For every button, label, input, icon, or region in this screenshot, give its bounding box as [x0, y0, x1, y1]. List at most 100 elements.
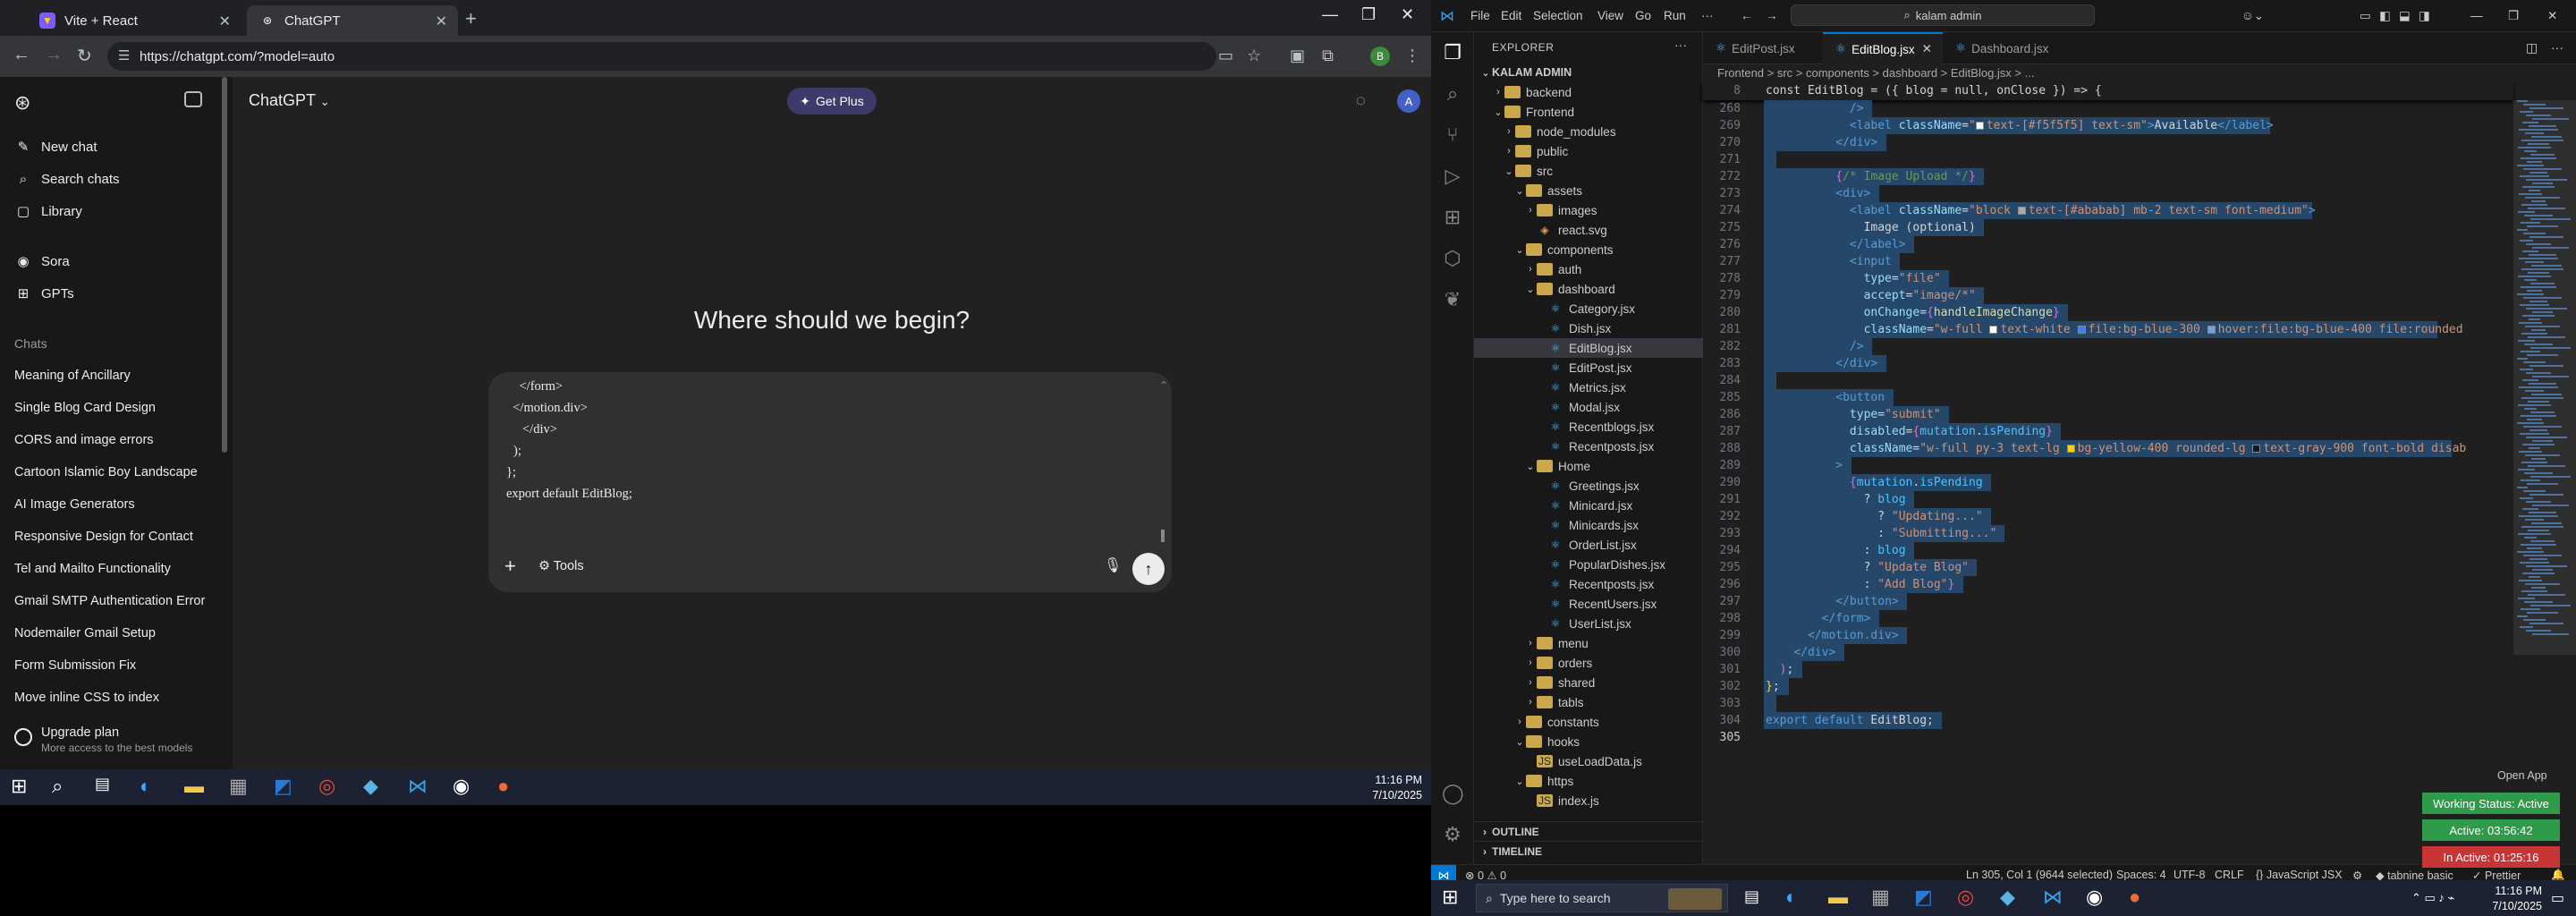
sidebar-item-search-chats[interactable]: ⌕ Search chats	[14, 168, 120, 190]
address-bar[interactable]: ☰ https://chatgpt.com/?model=auto	[107, 42, 1216, 71]
avatar[interactable]: A	[1397, 89, 1420, 113]
language-mode[interactable]: {} JavaScript JSX	[2256, 869, 2343, 881]
tree-file[interactable]: ⚛ Modal.jsx	[1474, 397, 1703, 417]
timeline-section[interactable]: › TIMELINE	[1474, 841, 1703, 861]
minimize-icon[interactable]: —	[2470, 9, 2483, 22]
composer-resize-icon[interactable]: ⌃	[1159, 379, 1168, 392]
tree-folder[interactable]: ⌄ dashboard	[1474, 279, 1703, 299]
copilot-icon[interactable]: ☺⌄	[2241, 9, 2264, 23]
bookmark-star-icon[interactable]: ☆	[1247, 47, 1261, 65]
store-icon[interactable]: ▦	[1871, 886, 1890, 909]
sticky-scroll-line[interactable]: 8 const EditBlog = ({ blog = null, onClo…	[1703, 82, 2513, 100]
extensions-puzzle-icon[interactable]: ⧉	[1322, 47, 1334, 65]
tree-file[interactable]: ⚛ PopularDishes.jsx	[1474, 555, 1703, 574]
chrome-icon[interactable]: ◎	[1957, 886, 1974, 909]
tree-file[interactable]: ⚛ Greetings.jsx	[1474, 476, 1703, 496]
split-editor-icon[interactable]: ◫	[2526, 40, 2538, 55]
menu-selection[interactable]: Selection	[1533, 9, 1583, 22]
app-icon[interactable]: ◆	[363, 775, 378, 798]
tab-chatgpt[interactable]: ⊛ ChatGPT ✕	[247, 5, 458, 36]
model-selector[interactable]: ChatGPT ⌄	[249, 91, 330, 110]
explorer-more-icon[interactable]: ···	[1674, 38, 1687, 52]
postman-icon[interactable]: ●	[2129, 886, 2140, 909]
tree-folder[interactable]: › orders	[1474, 653, 1703, 673]
chat-item[interactable]: Nodemailer Gmail Setup	[14, 626, 156, 640]
search-icon[interactable]: ⌕	[52, 775, 63, 798]
forward-icon[interactable]: →	[1766, 9, 1778, 22]
sidebar-item-new-chat[interactable]: ✎ New chat	[14, 136, 97, 157]
mongodb-icon[interactable]: ❦	[1442, 288, 1463, 311]
chat-item[interactable]: Gmail SMTP Authentication Error	[14, 594, 205, 608]
tree-file[interactable]: ⚛ Recentposts.jsx	[1474, 574, 1703, 594]
explorer-icon[interactable]: ❐	[1442, 41, 1463, 64]
add-attachment-icon[interactable]: +	[504, 555, 516, 578]
remote-explorer-icon[interactable]: ⬡	[1442, 247, 1463, 270]
search-icon[interactable]: ⌕	[1442, 82, 1463, 106]
source-control-icon[interactable]: ⑂	[1442, 123, 1463, 147]
prompt-composer[interactable]	[488, 372, 1172, 592]
sidebar-item-gpts[interactable]: ⊞ GPTs	[14, 283, 74, 304]
tree-folder[interactable]: ⌄ src	[1474, 161, 1703, 181]
tab-editblog[interactable]: ⚛ EditBlog.jsx ✕	[1823, 32, 1943, 64]
outlook-icon[interactable]: ◩	[1914, 886, 1933, 909]
explorer-root[interactable]: ⌄ KALAM ADMIN	[1474, 63, 1703, 82]
command-center-search[interactable]: ⌕ kalam admin	[1791, 4, 2095, 26]
layout-icon[interactable]: ▭	[2360, 9, 2371, 23]
working-status-badge[interactable]: Working Status: Active	[2422, 793, 2560, 814]
clock[interactable]: 11:16 PM 7/10/2025	[1342, 773, 1422, 803]
chrome-menu-icon[interactable]: ⋮	[1404, 47, 1420, 65]
openai-logo-icon[interactable]: ⊛	[14, 91, 30, 114]
tree-folder[interactable]: ⌄ assets	[1474, 181, 1703, 200]
menu-go[interactable]: Go	[1635, 9, 1651, 22]
tools-button[interactable]: ⚙ Tools	[538, 559, 584, 573]
tree-folder[interactable]: › tabls	[1474, 692, 1703, 712]
forward-icon[interactable]: →	[45, 45, 63, 65]
toggle-panel-icon[interactable]: ⬓	[2399, 9, 2411, 23]
app-icon[interactable]: ◉	[2086, 886, 2103, 909]
vscode-icon[interactable]: ⋈	[2043, 886, 2063, 909]
tree-folder[interactable]: ⌄ Frontend	[1474, 102, 1703, 122]
tree-file[interactable]: JS index.js	[1474, 791, 1703, 810]
tab-editpost[interactable]: ⚛ EditPost.jsx	[1703, 32, 1823, 64]
tree-folder[interactable]: › images	[1474, 200, 1703, 220]
reload-icon[interactable]: ↻	[77, 45, 92, 67]
chat-item[interactable]: CORS and image errors	[14, 433, 154, 447]
app-icon[interactable]: ◉	[453, 775, 470, 798]
run-debug-icon[interactable]: ▷	[1442, 165, 1463, 188]
tree-file[interactable]: ⚛ RecentUsers.jsx	[1474, 594, 1703, 614]
tree-folder[interactable]: › auth	[1474, 259, 1703, 279]
extensions-icon[interactable]: ⊞	[1442, 206, 1463, 229]
outline-section[interactable]: › OUTLINE	[1474, 821, 1703, 841]
menu-edit[interactable]: Edit	[1501, 9, 1521, 22]
tree-folder[interactable]: › backend	[1474, 82, 1703, 102]
sidebar-scrollbar[interactable]	[222, 77, 227, 453]
site-info-icon[interactable]: ☰	[118, 47, 130, 64]
menu-more[interactable]: ···	[1701, 9, 1714, 22]
chat-item[interactable]: Responsive Design for Contact	[14, 530, 193, 544]
chat-item[interactable]: Cartoon Islamic Boy Landscape	[14, 465, 198, 479]
edge-icon[interactable]: ◐	[140, 775, 151, 798]
tree-file[interactable]: ◈ react.svg	[1474, 220, 1703, 240]
tree-folder[interactable]: › menu	[1474, 633, 1703, 653]
open-app-link[interactable]: Open App	[2497, 769, 2547, 782]
menu-view[interactable]: View	[1597, 9, 1623, 22]
tree-file[interactable]: ⚛ UserList.jsx	[1474, 614, 1703, 633]
chrome-icon[interactable]: ◎	[318, 775, 335, 798]
tree-folder[interactable]: ⌄ https	[1474, 771, 1703, 791]
microphone-icon[interactable]: 🎙	[1104, 556, 1122, 574]
task-view-icon[interactable]: ▤	[95, 775, 110, 793]
toggle-secondary-sidebar-icon[interactable]: ◨	[2419, 9, 2430, 23]
cursor-position[interactable]: Ln 305, Col 1 (9644 selected)	[1966, 869, 2113, 881]
tree-file[interactable]: ⚛ Category.jsx	[1474, 299, 1703, 318]
chat-item[interactable]: Move inline CSS to index	[14, 691, 159, 705]
get-plus-button[interactable]: ✦ Get Plus	[787, 88, 877, 114]
tree-file[interactable]: ⚛ EditBlog.jsx	[1474, 338, 1703, 358]
tree-file[interactable]: ⚛ Metrics.jsx	[1474, 377, 1703, 397]
tray-icons[interactable]: ⌃ ▭ ♪ ⌁	[2411, 891, 2454, 905]
temporary-chat-icon[interactable]: ◌	[1356, 91, 1366, 110]
windows-start-icon[interactable]: ⊞	[11, 775, 27, 798]
breadcrumb[interactable]: Frontend > src > components > dashboard …	[1717, 66, 2034, 80]
toggle-sidebar-icon[interactable]: ◧	[2379, 9, 2391, 23]
tree-file[interactable]: ⚛ OrderList.jsx	[1474, 535, 1703, 555]
outlook-icon[interactable]: ◩	[274, 775, 292, 798]
